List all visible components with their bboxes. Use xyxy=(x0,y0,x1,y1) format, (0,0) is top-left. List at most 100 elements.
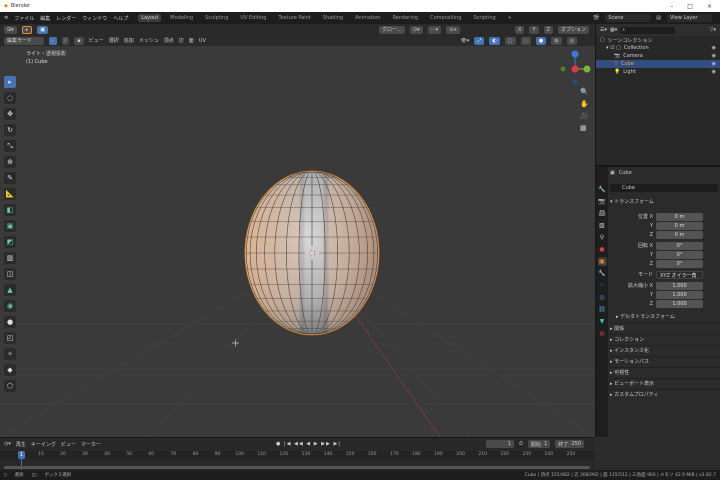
scale-y-field[interactable]: 1.000 xyxy=(656,291,703,299)
ortho-toggle-icon[interactable]: ▦ xyxy=(580,124,589,132)
zoom-icon[interactable]: 🔍 xyxy=(580,88,589,96)
menu-file[interactable]: ファイル xyxy=(14,15,34,22)
move-tool-icon[interactable]: ✥ xyxy=(4,108,16,120)
data-tab-icon[interactable]: ▼ xyxy=(598,317,607,326)
outliner-filter-icon[interactable]: ▽▾ xyxy=(710,27,716,33)
pivot-dropdown[interactable]: ⊙▾ xyxy=(409,25,423,34)
menu-edit[interactable]: 編集 xyxy=(40,15,50,22)
inset-tool-icon[interactable]: ▣ xyxy=(4,220,16,232)
transform-tool-icon[interactable]: ⊕ xyxy=(4,156,16,168)
menu-keying[interactable]: キーイング xyxy=(31,441,56,448)
shear-tool-icon[interactable]: ◆ xyxy=(4,364,16,376)
custom-properties-panel-header[interactable]: ▸ カスタムプロパティ xyxy=(610,389,720,399)
relations-panel-header[interactable]: ▸ 関係 xyxy=(610,323,720,333)
outliner-item-light[interactable]: 💡 Light ◉ xyxy=(596,68,720,76)
tool-tab-icon[interactable]: 🔧 xyxy=(598,185,607,194)
xray-toggle-button[interactable]: ▢ xyxy=(504,36,516,45)
menu-view[interactable]: ビュー xyxy=(61,441,76,448)
shading-material-button[interactable]: ◍ xyxy=(551,36,562,45)
proportional-edit-button[interactable]: ⊙∧ xyxy=(446,25,461,34)
instancing-panel-header[interactable]: ▸ インスタンス化 xyxy=(610,345,720,355)
edge-slide-tool-icon[interactable]: ◰ xyxy=(4,332,16,344)
viewport-display-panel-header[interactable]: ▸ ビューポート表示 xyxy=(610,378,720,388)
mirror-z-button[interactable]: Z xyxy=(543,25,553,34)
navigation-gizmo[interactable] xyxy=(560,50,591,85)
location-z-field[interactable]: 0 m xyxy=(656,231,703,239)
material-tab-icon[interactable]: ◍ xyxy=(598,329,607,338)
edge-select-button[interactable]: / xyxy=(61,36,70,45)
camera-view-icon[interactable]: 🎥 xyxy=(580,112,589,120)
outliner-item-collection[interactable]: ▾ ☑ ▢ Collection ◉ xyxy=(596,44,720,52)
collections-panel-header[interactable]: ▸ コレクション xyxy=(610,334,720,344)
object-name-field[interactable]: Cube xyxy=(610,184,718,192)
annotate-tool-icon[interactable]: ✎ xyxy=(4,172,16,184)
smooth-tool-icon[interactable]: ● xyxy=(4,316,16,328)
outliner-item-cube[interactable]: ▽ Cube ◉ xyxy=(596,60,720,68)
display-mode-icon[interactable]: ☰▾ xyxy=(600,27,607,33)
menu-uv[interactable]: UV xyxy=(199,38,206,44)
poly-build-tool-icon[interactable]: ▲ xyxy=(4,284,16,296)
scale-tool-icon[interactable]: ⤡ xyxy=(4,140,16,152)
visibility-eye-icon[interactable]: ◉ xyxy=(712,53,716,59)
scene-collection-row[interactable]: ▢ シーンコレクション xyxy=(596,36,720,44)
menu-mesh[interactable]: メッシュ xyxy=(139,37,159,44)
menu-view[interactable]: ビュー xyxy=(89,37,104,44)
stopwatch-icon[interactable]: ⏱ xyxy=(519,441,523,447)
select-box-tool-icon[interactable]: ▸ xyxy=(4,76,16,88)
menu-face[interactable]: 面 xyxy=(189,37,194,44)
snap-dropdown[interactable]: ⋯▾ xyxy=(427,25,442,34)
orientation-dropdown[interactable]: グロー… xyxy=(378,25,405,34)
scale-z-field[interactable]: 1.000 xyxy=(656,300,703,308)
scene-selector[interactable]: Scene xyxy=(605,14,651,22)
shrink-fatten-tool-icon[interactable]: ✧ xyxy=(4,348,16,360)
tab-animation[interactable]: Animation xyxy=(352,14,384,22)
rotation-x-field[interactable]: 0° xyxy=(656,242,703,250)
menu-playback[interactable]: 再生 xyxy=(16,441,26,448)
menu-marker[interactable]: マーカー xyxy=(81,441,101,448)
rip-tool-icon[interactable]: ⬡ xyxy=(4,380,16,392)
pan-hand-icon[interactable]: ✋ xyxy=(580,100,589,108)
minimize-button[interactable]: – xyxy=(670,3,673,10)
face-select-button[interactable]: ▪ xyxy=(74,36,84,45)
mode-dropdown[interactable]: 編集モード xyxy=(4,36,44,45)
menu-vertex[interactable]: 頂点 xyxy=(164,37,174,44)
end-frame-field[interactable]: 終了 250 xyxy=(555,440,584,448)
rotation-z-field[interactable]: 0° xyxy=(656,260,703,268)
rotation-mode-dropdown[interactable]: XYZ オイラー角 xyxy=(656,271,703,279)
tab-compositing[interactable]: Compositing xyxy=(427,14,464,22)
view-object-types-icon[interactable]: 👁▾ xyxy=(461,38,470,44)
measure-tool-icon[interactable]: 📐 xyxy=(4,188,16,200)
shading-rendered-button[interactable]: ◎ xyxy=(566,36,577,45)
vertex-select-button[interactable]: · xyxy=(49,36,57,45)
location-x-field[interactable]: 0 m xyxy=(656,213,703,221)
menu-edge[interactable]: 辺 xyxy=(179,37,184,44)
gizmo-toggle-button[interactable]: ⤢ xyxy=(474,36,485,45)
tab-uv-editing[interactable]: UV Editing xyxy=(237,14,269,22)
tab-modeling[interactable]: Modeling xyxy=(167,14,196,22)
location-y-field[interactable]: 0 m xyxy=(656,222,703,230)
editor-type-button[interactable]: ⊞▾ xyxy=(4,25,17,34)
outliner-search-input[interactable]: ⌕ xyxy=(620,26,676,34)
cursor-tool-icon[interactable]: ◌ xyxy=(4,92,16,104)
visibility-eye-icon[interactable]: ◉ xyxy=(712,61,716,67)
options-dropdown[interactable]: オプション xyxy=(557,25,589,34)
start-frame-field[interactable]: 開始 1 xyxy=(527,440,551,448)
extrude-tool-icon[interactable]: ◧ xyxy=(4,204,16,216)
bevel-tool-icon[interactable]: ◩ xyxy=(4,236,16,248)
menu-select[interactable]: 選択 xyxy=(109,37,119,44)
menu-window[interactable]: ウィンドウ xyxy=(82,15,107,22)
transform-panel-header[interactable]: ▾ トランスフォーム xyxy=(610,197,720,207)
menu-add[interactable]: 追加 xyxy=(124,37,134,44)
tab-sculpting[interactable]: Sculpting xyxy=(202,14,231,22)
shading-wireframe-button[interactable]: ◌ xyxy=(520,36,531,45)
mirror-x-button[interactable]: X xyxy=(515,25,525,34)
maximize-button[interactable]: □ xyxy=(687,3,693,10)
tab-layout[interactable]: Layout xyxy=(138,14,162,22)
playhead[interactable]: 1 xyxy=(18,451,25,459)
tab-shading[interactable]: Shading xyxy=(320,14,346,22)
close-button[interactable]: × xyxy=(707,3,712,10)
visibility-eye-icon[interactable]: ◉ xyxy=(712,69,716,75)
tab-texture-paint[interactable]: Texture Paint xyxy=(275,14,313,22)
overlay-toggle-button[interactable]: ◐ xyxy=(489,36,500,45)
blender-menu-icon[interactable]: ✲ xyxy=(4,15,8,21)
